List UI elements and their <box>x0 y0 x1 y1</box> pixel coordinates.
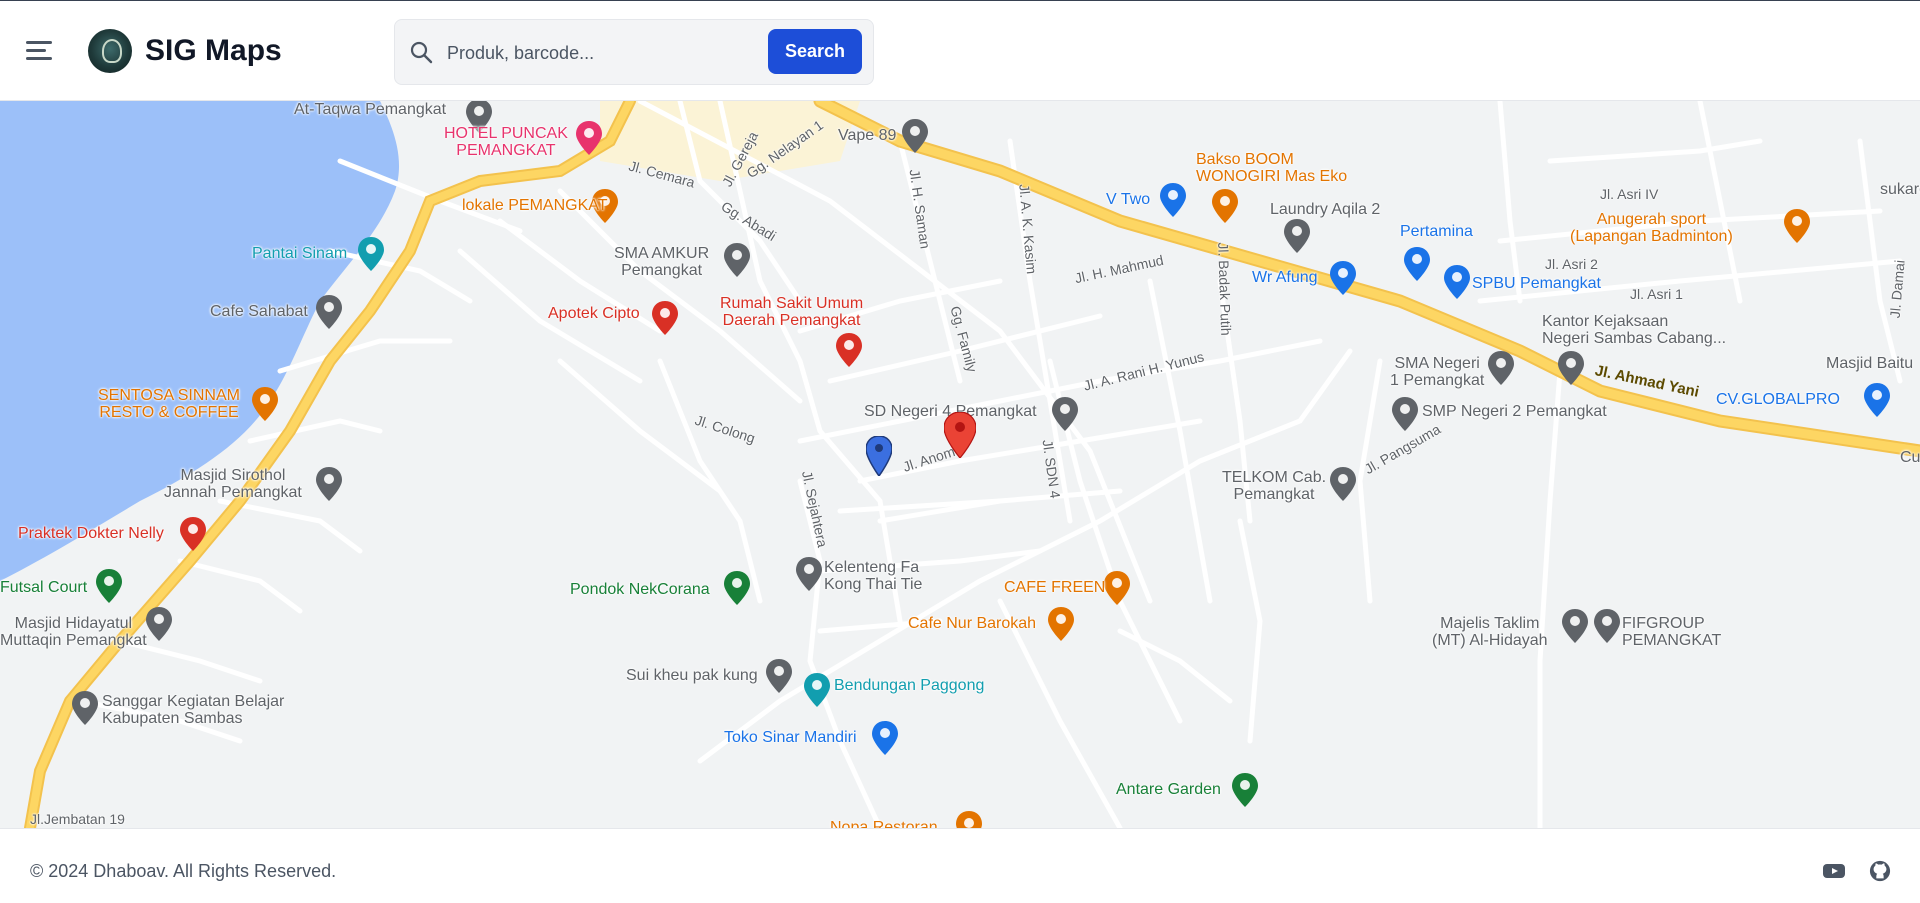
place-pin-icon[interactable] <box>1392 397 1418 431</box>
place-label[interactable]: Apotek Cipto <box>548 305 640 322</box>
place-label[interactable]: sukard <box>1880 181 1920 198</box>
place-label[interactable]: Masjid Baitu <box>1826 355 1913 372</box>
place-label[interactable]: Rumah Sakit Umum Daerah Pemangkat <box>720 295 863 329</box>
place-label[interactable]: SMA AMKUR Pemangkat <box>614 245 709 279</box>
hamburger-menu-icon[interactable] <box>26 39 52 63</box>
place-pin-icon[interactable] <box>836 333 862 367</box>
place-label[interactable]: Majelis Taklim (MT) Al-Hidayah <box>1432 615 1548 649</box>
place-label[interactable]: Sui kheu pak kung <box>626 667 758 684</box>
search-input[interactable] <box>445 35 689 71</box>
place-pin-icon[interactable] <box>796 557 822 591</box>
street-label: Jl. Asri IV <box>1600 186 1659 202</box>
place-label[interactable]: Antare Garden <box>1116 781 1221 798</box>
map-view[interactable]: Jl. Ahmad Yani Jl.Jembatan 19 Jl. Cemara… <box>0 101 1920 828</box>
place-label[interactable]: Nopa Restoran <box>830 819 938 828</box>
place-pin-icon[interactable] <box>1444 265 1470 299</box>
place-pin-icon[interactable] <box>72 691 98 725</box>
place-label[interactable]: Pondok NekCorana <box>570 581 710 598</box>
place-pin-icon[interactable] <box>358 237 384 271</box>
street-label: Jl. Badak Putih <box>1215 242 1235 336</box>
place-pin-icon[interactable] <box>724 243 750 277</box>
place-pin-icon[interactable] <box>96 569 122 603</box>
place-label[interactable]: Vape 89 <box>838 127 896 144</box>
place-label[interactable]: SPBU Pemangkat <box>1472 275 1601 292</box>
place-pin-icon[interactable] <box>1404 247 1430 281</box>
place-pin-icon[interactable] <box>1330 261 1356 295</box>
place-label[interactable]: Pantai Sinam <box>252 245 347 262</box>
street-label: Jl. Asri 2 <box>1545 256 1598 272</box>
place-pin-icon[interactable] <box>1488 351 1514 385</box>
place-label[interactable]: Kantor Kejaksaan Negeri Sambas Cabang... <box>1542 313 1726 347</box>
place-label[interactable]: Bakso BOOM WONOGIRI Mas Eko <box>1196 151 1347 185</box>
place-label[interactable]: Masjid Sirothol Jannah Pemangkat <box>164 467 302 501</box>
place-pin-icon[interactable] <box>1052 397 1078 431</box>
place-pin-icon[interactable] <box>1562 609 1588 643</box>
place-label[interactable]: Futsal Court <box>0 579 87 596</box>
place-pin-icon[interactable] <box>180 517 206 551</box>
app-header: SIG Maps Search <box>0 0 1920 101</box>
place-pin-icon[interactable] <box>252 387 278 421</box>
place-label[interactable]: Wr Afung <box>1252 269 1318 286</box>
place-label[interactable]: Anugerah sport (Lapangan Badminton) <box>1570 211 1733 245</box>
brand-title: SIG Maps <box>145 34 282 67</box>
place-label[interactable]: TELKOM Cab. Pemangkat <box>1222 469 1326 503</box>
place-pin-icon[interactable] <box>1594 609 1620 643</box>
place-pin-icon[interactable] <box>872 721 898 755</box>
copyright-text: © 2024 Dhaboav. All Rights Reserved. <box>30 861 337 881</box>
place-pin-icon[interactable] <box>1104 571 1130 605</box>
place-label[interactable]: Laundry Aqila 2 <box>1270 201 1380 218</box>
search-button[interactable]: Search <box>768 29 862 74</box>
place-pin-icon[interactable] <box>804 673 830 707</box>
place-pin-icon[interactable] <box>956 811 982 828</box>
github-icon[interactable] <box>1868 860 1892 882</box>
place-pin-icon[interactable] <box>146 607 172 641</box>
place-pin-icon[interactable] <box>1784 209 1810 243</box>
place-label[interactable]: SMA Negeri 1 Pemangkat <box>1390 355 1484 389</box>
place-label[interactable]: Praktek Dokter Nelly <box>18 525 164 542</box>
youtube-icon[interactable] <box>1822 860 1846 882</box>
place-label[interactable]: lokale PEMANGKAT <box>462 197 608 214</box>
place-label[interactable]: Pertamina <box>1400 223 1473 240</box>
place-pin-icon[interactable] <box>766 659 792 693</box>
place-label[interactable]: HOTEL PUNCAK PEMANGKAT <box>444 125 568 159</box>
place-pin-icon[interactable] <box>1284 219 1310 253</box>
location-marker-blue[interactable] <box>866 436 892 476</box>
place-label[interactable]: Cafe Sahabat <box>210 303 308 320</box>
place-label[interactable]: Cu <box>1900 449 1920 466</box>
place-label[interactable]: Cafe Nur Barokah <box>908 615 1036 632</box>
place-pin-icon[interactable] <box>316 467 342 501</box>
place-label[interactable]: At-Taqwa Pemangkat <box>294 101 446 118</box>
place-pin-icon[interactable] <box>652 301 678 335</box>
search-bar: Search <box>394 19 874 85</box>
place-pin-icon[interactable] <box>316 295 342 329</box>
place-pin-icon[interactable] <box>1160 183 1186 217</box>
place-pin-icon[interactable] <box>1212 189 1238 223</box>
place-label[interactable]: FIFGROUP PEMANGKAT <box>1622 615 1721 649</box>
place-label[interactable]: Masjid Hidayatul Muttaqin Pemangkat <box>0 615 147 649</box>
place-pin-icon[interactable] <box>576 121 602 155</box>
place-label[interactable]: V Two <box>1106 191 1150 208</box>
road-label-jembatan: Jl.Jembatan 19 <box>30 811 125 827</box>
place-pin-icon[interactable] <box>902 119 928 153</box>
place-pin-icon[interactable] <box>1330 467 1356 501</box>
place-label[interactable]: Kelenteng Fa Kong Thai Tie <box>824 559 922 593</box>
place-pin-icon[interactable] <box>1558 351 1584 385</box>
app-footer: © 2024 Dhaboav. All Rights Reserved. <box>0 828 1920 903</box>
place-label[interactable]: Sanggar Kegiatan Belajar Kabupaten Samba… <box>102 693 284 727</box>
place-pin-icon[interactable] <box>1232 773 1258 807</box>
search-icon <box>410 41 433 64</box>
place-label[interactable]: SENTOSA SINNAM RESTO & COFFEE <box>98 387 240 421</box>
place-pin-icon[interactable] <box>1048 607 1074 641</box>
place-label[interactable]: Toko Sinar Mandiri <box>724 729 857 746</box>
place-label[interactable]: CAFE FREEN <box>1004 579 1105 596</box>
place-label[interactable]: Bendungan Paggong <box>834 677 984 694</box>
location-marker-red[interactable] <box>944 412 976 458</box>
place-label[interactable]: SMP Negeri 2 Pemangkat <box>1422 403 1607 420</box>
place-label[interactable]: CV.GLOBALPRO <box>1716 391 1840 408</box>
street-label: Jl. Asri 1 <box>1630 286 1683 302</box>
place-pin-icon[interactable] <box>724 571 750 605</box>
app-logo <box>88 29 132 73</box>
place-pin-icon[interactable] <box>1864 383 1890 417</box>
